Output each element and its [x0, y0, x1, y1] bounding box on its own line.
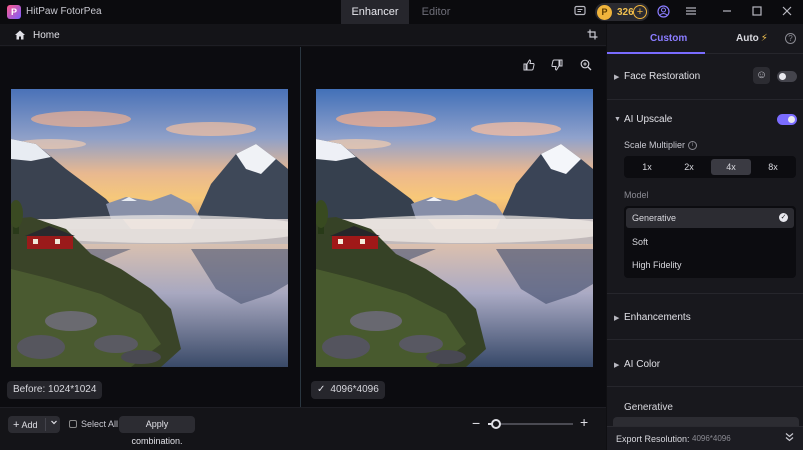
- checkbox-icon[interactable]: [69, 420, 77, 428]
- home-icon[interactable]: [14, 29, 26, 41]
- info-icon[interactable]: i: [688, 141, 698, 151]
- scale-option-1x[interactable]: 1x: [627, 159, 667, 175]
- caret-down-icon[interactable]: ▼: [614, 116, 621, 123]
- thumbs-down-icon[interactable]: [550, 59, 564, 73]
- face-restoration-toggle[interactable]: [777, 71, 797, 82]
- title-bar: P HitPaw FotorPea Enhancer Editor P 326 …: [0, 0, 803, 24]
- ai-color-title[interactable]: AI Color: [624, 359, 660, 370]
- caret-right-icon[interactable]: ▶: [614, 73, 619, 81]
- coin-icon: P: [597, 4, 612, 20]
- tab-editor[interactable]: Editor: [409, 0, 463, 24]
- scale-multiplier-label: Scale Multiplier i: [624, 140, 698, 151]
- message-icon[interactable]: [573, 5, 587, 19]
- crop-icon[interactable]: [586, 29, 598, 41]
- minimize-icon[interactable]: [720, 5, 734, 19]
- preview-canvas: Before: 1024*1024 ✓ 4096*4096: [0, 47, 606, 407]
- account-icon[interactable]: [656, 5, 670, 19]
- before-image: [11, 89, 288, 367]
- home-link[interactable]: Home: [33, 30, 60, 41]
- after-resolution-label: ✓ 4096*4096: [311, 381, 385, 399]
- credits-badge[interactable]: P 326 +: [595, 3, 649, 21]
- app-name: HitPaw FotorPea: [26, 6, 102, 17]
- menu-icon[interactable]: [684, 5, 698, 19]
- add-label: Add: [21, 419, 38, 430]
- plus-icon[interactable]: +: [633, 5, 647, 19]
- landscape-photo-after: [316, 89, 593, 367]
- after-image: [316, 89, 593, 367]
- model-option-high-fidelity[interactable]: High Fidelity: [626, 255, 794, 275]
- double-chevron-down-icon[interactable]: [785, 432, 794, 444]
- maximize-icon[interactable]: [750, 5, 764, 19]
- ai-upscale-toggle[interactable]: [777, 114, 797, 125]
- close-icon[interactable]: [780, 5, 794, 19]
- top-tabs: Enhancer Editor: [341, 0, 463, 24]
- settings-panel: Custom Auto ⚡ ? ▶ Face Restoration ☺ ▼ AI…: [607, 24, 803, 450]
- plus-icon: +: [13, 418, 20, 431]
- breadcrumb-bar: Home: [0, 24, 606, 46]
- scale-option-2x[interactable]: 2x: [669, 159, 709, 175]
- credits-count: 326: [617, 6, 634, 18]
- zoom-in-button[interactable]: +: [580, 414, 588, 430]
- caret-right-icon[interactable]: ▶: [614, 314, 619, 322]
- zoom-in-icon[interactable]: [579, 59, 593, 73]
- bottom-toolbar: + Add Select All Apply combination. − +: [0, 407, 606, 450]
- lightning-icon: ⚡: [760, 33, 768, 44]
- scale-multiplier-selector: 1x 2x 4x 8x: [624, 156, 796, 178]
- thumbs-up-icon[interactable]: [522, 59, 536, 73]
- export-resolution-value: 4096*4096: [692, 434, 731, 443]
- zoom-slider-handle[interactable]: [491, 419, 501, 429]
- tab-enhancer[interactable]: Enhancer: [341, 0, 409, 24]
- scale-multiplier-text: Scale Multiplier: [624, 140, 686, 150]
- caret-right-icon[interactable]: ▶: [614, 361, 619, 369]
- model-list: Generative ✓ Soft High Fidelity: [624, 206, 796, 278]
- export-bar: Export Resolution: 4096*4096: [607, 426, 803, 450]
- tab-custom[interactable]: Custom: [650, 33, 687, 44]
- enhancements-title[interactable]: Enhancements: [624, 312, 691, 323]
- model-option-label: Generative: [632, 213, 677, 223]
- zoom-out-icon[interactable]: −: [472, 415, 480, 431]
- apply-combination-button[interactable]: Apply combination.: [119, 416, 195, 446]
- landscape-photo-before: [11, 89, 288, 367]
- face-icon[interactable]: ☺: [753, 67, 770, 84]
- chevron-down-icon[interactable]: [50, 418, 58, 428]
- face-restoration-title[interactable]: Face Restoration: [624, 71, 700, 82]
- scale-option-4x[interactable]: 4x: [711, 159, 751, 175]
- model-option-generative[interactable]: Generative ✓: [626, 208, 794, 228]
- tab-auto-label: Auto: [736, 33, 759, 44]
- model-label: Model: [624, 190, 649, 200]
- add-button[interactable]: + Add: [8, 416, 60, 433]
- export-resolution-label: Export Resolution:: [616, 434, 690, 444]
- panel-tabs: Custom Auto ⚡ ?: [607, 24, 803, 54]
- check-icon: ✓: [779, 213, 788, 222]
- before-resolution-label: Before: 1024*1024: [7, 381, 103, 399]
- zoom-slider[interactable]: [488, 419, 573, 429]
- compare-divider[interactable]: [300, 47, 301, 407]
- model-option-soft[interactable]: Soft: [626, 232, 794, 252]
- preset-label: Generative: [624, 402, 673, 413]
- app-logo-icon: P: [7, 5, 21, 19]
- tab-auto[interactable]: Auto ⚡: [736, 33, 768, 44]
- help-icon[interactable]: ?: [785, 33, 796, 44]
- select-all-label: Select All: [81, 419, 119, 429]
- after-resolution-value: 4096*4096: [330, 384, 379, 395]
- ai-upscale-title[interactable]: AI Upscale: [624, 114, 672, 125]
- check-icon: ✓: [317, 384, 326, 395]
- active-tab-indicator: [607, 52, 705, 54]
- scale-option-8x[interactable]: 8x: [753, 159, 793, 175]
- select-all-checkbox[interactable]: Select All: [69, 419, 118, 429]
